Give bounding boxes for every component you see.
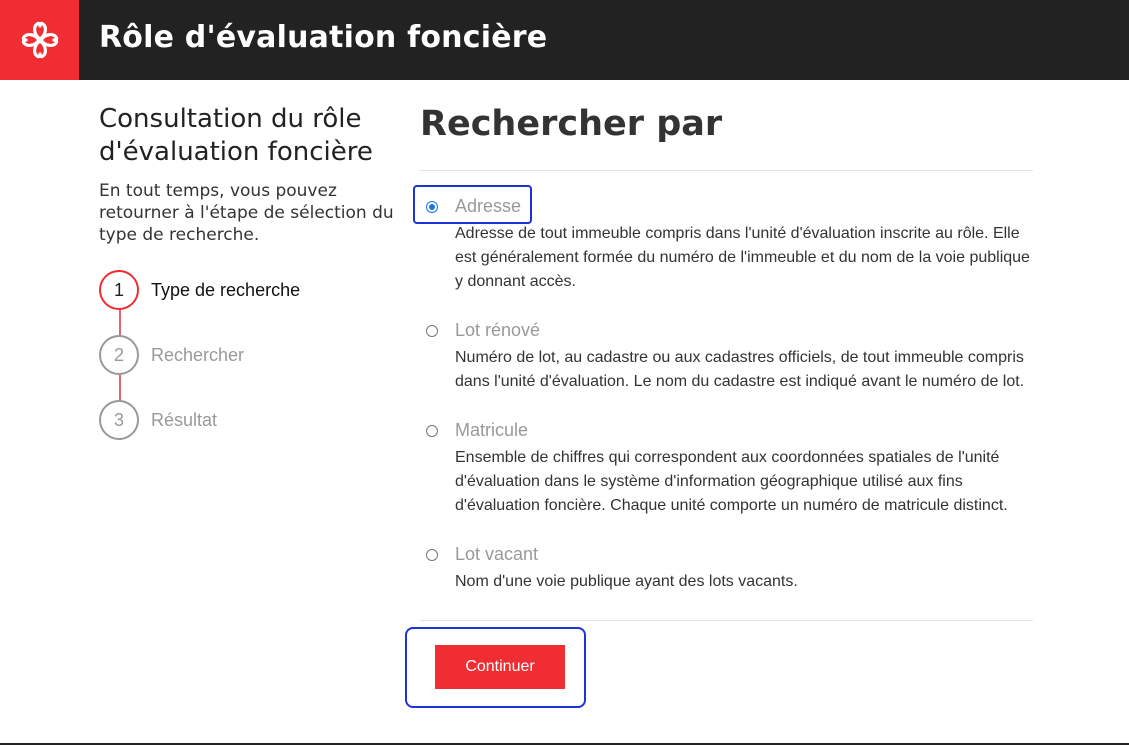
page-title: Rechercher par [420,104,723,144]
sidebar-title: Consultation du rôle d'évaluation fonciè… [99,104,373,167]
option-description: Adresse de tout immeuble compris dans l'… [455,225,1030,290]
option-label[interactable]: Lot vacant [455,544,538,565]
step-connector [119,374,121,401]
radio-lot-vacant[interactable] [426,549,438,561]
step-number: 1 [99,270,139,310]
step-label: Rechercher [151,344,245,365]
step-number: 3 [99,400,139,440]
step-type-de-recherche: 1 Type de recherche [99,270,300,310]
step-label: Type de recherche [151,279,301,300]
option-description: Numéro de lot, au cadastre ou aux cadast… [455,349,1025,390]
option-label[interactable]: Adresse [455,196,521,217]
divider [420,620,1033,621]
option-adresse[interactable]: Adresse Adresse de tout immeuble compris… [420,190,1040,300]
option-matricule[interactable]: Matricule Ensemble de chiffres qui corre… [420,414,1040,524]
option-label[interactable]: Lot rénové [455,320,540,341]
option-description: Nom d'une voie publique ayant des lots v… [455,573,798,590]
sidebar-description: En tout temps, vous pouvez retourner à l… [99,181,394,245]
option-lot-renove[interactable]: Lot rénové Numéro de lot, au cadastre ou… [420,314,1040,404]
app-header: Rôle d'évaluation foncière [0,0,1129,80]
divider [420,170,1033,171]
radio-adresse[interactable] [426,201,438,213]
app-title: Rôle d'évaluation foncière [99,20,548,55]
step-connector [119,309,121,336]
montreal-logo[interactable] [0,0,79,80]
option-description: Ensemble de chiffres qui correspondent a… [455,449,1008,514]
step-rechercher: 2 Rechercher [99,335,244,375]
option-label[interactable]: Matricule [455,420,528,441]
continue-button[interactable]: Continuer [435,645,565,689]
radio-lot-renove[interactable] [426,325,438,337]
step-label: Résultat [151,409,218,430]
step-resultat: 3 Résultat [99,400,217,440]
montreal-rosette-icon [21,21,58,59]
step-number: 2 [99,335,139,375]
option-lot-vacant[interactable]: Lot vacant Nom d'une voie publique ayant… [420,538,1040,598]
radio-matricule[interactable] [426,425,438,437]
